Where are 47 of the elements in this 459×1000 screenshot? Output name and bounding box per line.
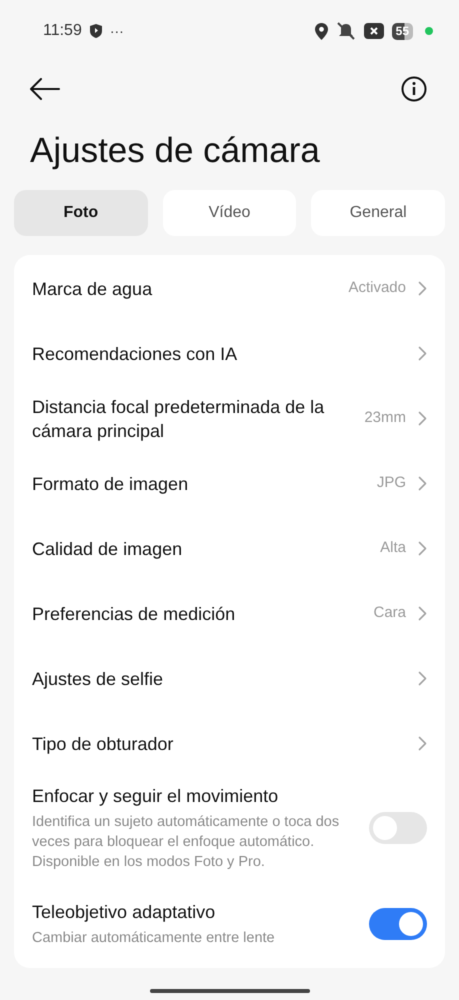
setting-label: Ajustes de selfie (32, 668, 164, 690)
setting-label: Tipo de obturador (32, 732, 174, 756)
more-notifications: ··· (110, 22, 124, 40)
setting-label: Marca de agua (32, 278, 154, 300)
page-title: Ajustes de cámara (29, 130, 321, 172)
chevron-right-icon (418, 606, 427, 621)
status-time: 11:59 (43, 21, 82, 41)
setting-label: Teleobjetivo adaptativo (32, 901, 216, 924)
chevron-right-icon (418, 671, 427, 686)
chevron-right-icon (418, 541, 427, 556)
chevron-right-icon (418, 346, 427, 361)
settings-row[interactable]: Distancia focal predeterminada de la cámara principal 23mm (14, 386, 445, 451)
setting-description: Identifica un sujeto automáticamente o toca dos veces para bloquear el enfoque automático. Disponible en los modos Foto y Pro. (32, 813, 340, 872)
setting-label: Formato de imagen (32, 472, 190, 496)
setting-value: 23mm (364, 408, 406, 428)
tab[interactable]: Vídeo (162, 190, 296, 236)
settings-row[interactable]: Marca de agua Activado (14, 256, 445, 321)
settings-row[interactable]: Tipo de obturador (14, 711, 445, 776)
setting-label: Enfocar y seguir el movimiento (32, 785, 280, 808)
setting-label: Preferencias de medición (32, 602, 236, 626)
settings-row[interactable]: Preferencias de medición Cara (14, 581, 445, 646)
setting-label: Recomendaciones con IA (32, 342, 238, 366)
setting-value: Cara (373, 603, 406, 624)
chevron-right-icon (418, 736, 427, 751)
setting-value: Alta (380, 538, 406, 558)
chevron-right-icon (418, 476, 427, 491)
setting-description: Cambiar automáticamente entre lente (32, 929, 276, 948)
toggle-switch[interactable] (369, 908, 427, 940)
tab[interactable]: General (311, 190, 446, 236)
settings-row[interactable]: Recomendaciones con IA (14, 321, 445, 386)
settings-row[interactable]: Ajustes de selfie (14, 646, 445, 711)
info-button[interactable] (401, 76, 427, 102)
chevron-right-icon (418, 411, 427, 426)
location-pin-icon (314, 22, 328, 40)
close-box-icon (364, 23, 384, 39)
setting-value: Activado (348, 278, 406, 298)
setting-value: JPG (376, 473, 406, 494)
back-button[interactable] (30, 78, 60, 100)
setting-label: Calidad de imagen (32, 538, 184, 560)
toggle-switch[interactable] (369, 812, 427, 844)
setting-label: Distancia focal predeterminada de la cámara principal (32, 396, 326, 442)
muted-bell-icon (336, 22, 356, 40)
settings-row[interactable]: Formato de imagen JPG (14, 451, 445, 516)
chevron-right-icon (418, 281, 427, 296)
shield-icon (90, 24, 102, 38)
settings-row[interactable]: Calidad de imagen Alta (14, 516, 445, 581)
tab[interactable]: Foto (14, 190, 148, 236)
